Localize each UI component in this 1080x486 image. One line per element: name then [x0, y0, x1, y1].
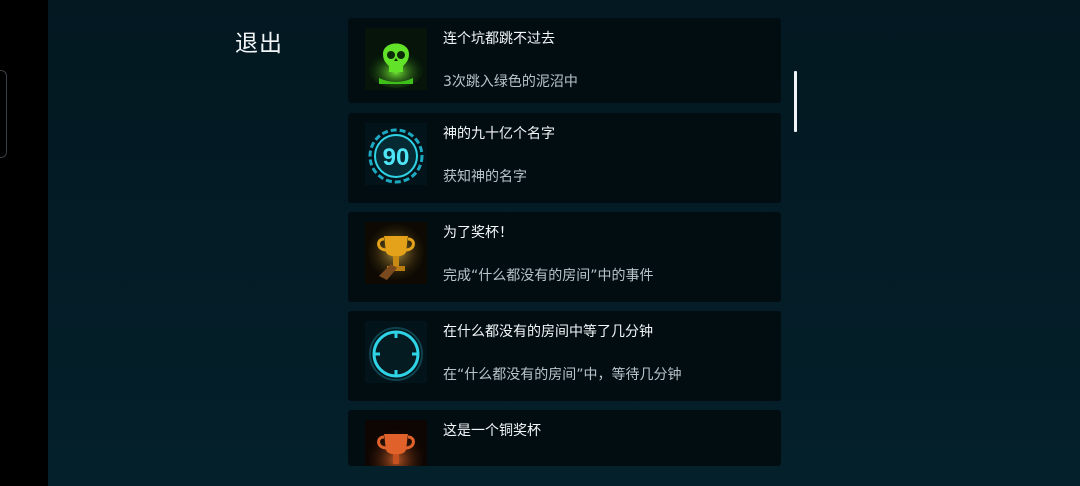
achievement-title: 连个坑都跳不过去	[443, 31, 555, 47]
achievement-description: 3次跳入绿色的泥沼中	[443, 74, 578, 90]
achievement-title: 神的九十亿个名字	[443, 126, 555, 142]
achievement-description: 完成“什么都没有的房间”中的事件	[443, 268, 654, 284]
green-skull-icon	[365, 28, 427, 90]
achievement-card[interactable]: 在什么都没有的房间中等了几分钟 在“什么都没有的房间”中，等待几分钟	[348, 311, 781, 401]
scrollbar-thumb[interactable]	[794, 71, 797, 132]
achievement-card[interactable]: 90 神的九十亿个名字 获知神的名字	[348, 113, 781, 203]
left-black-bar	[0, 0, 48, 486]
achievement-description: 获知神的名字	[443, 169, 527, 185]
achievement-card[interactable]: 为了奖杯！ 完成“什么都没有的房间”中的事件	[348, 212, 781, 302]
bronze-trophy-icon	[365, 420, 427, 466]
achievement-title: 在什么都没有的房间中等了几分钟	[443, 324, 653, 340]
achievement-title: 为了奖杯！	[443, 225, 513, 241]
achievement-card[interactable]: 连个坑都跳不过去 3次跳入绿色的泥沼中	[348, 18, 781, 103]
gold-trophy-icon	[365, 222, 427, 284]
ninety-badge-icon: 90	[365, 123, 427, 185]
svg-text:90: 90	[383, 144, 410, 171]
achievement-title: 这是一个铜奖杯	[443, 423, 541, 439]
achievement-description: 在“什么都没有的房间”中，等待几分钟	[443, 367, 682, 383]
edge-gesture-handle[interactable]	[0, 70, 7, 158]
exit-button[interactable]: 退出	[235, 24, 283, 58]
clock-ring-icon	[365, 321, 427, 383]
achievement-card[interactable]: 这是一个铜奖杯	[348, 410, 781, 466]
